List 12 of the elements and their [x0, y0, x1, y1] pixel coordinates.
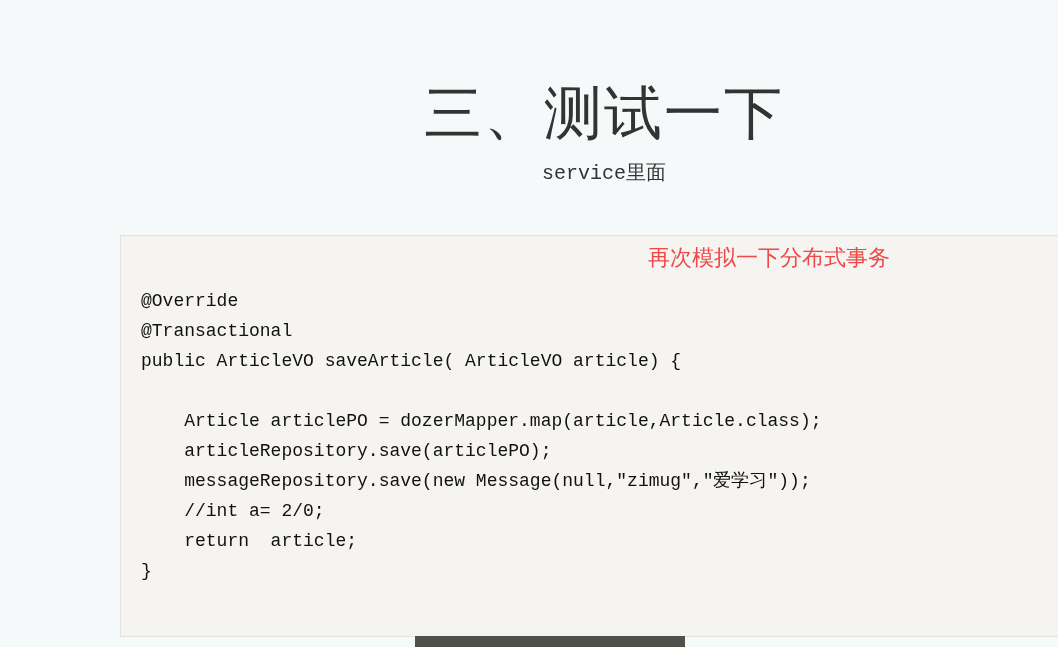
- code-line: @Transactional: [141, 320, 293, 343]
- code-line: Article articlePO = dozerMapper.map(article,Article.class);: [183, 410, 822, 433]
- code-line: return article;: [183, 530, 358, 553]
- code-line: messageRepository.save(new Message(null,"zimug","爱学习"));: [183, 470, 811, 493]
- code-line: }: [141, 560, 152, 583]
- code-line: @Override: [141, 290, 239, 313]
- code-line: public ArticleVO saveArticle( ArticleVO article) {: [141, 350, 682, 373]
- code-line: //int a= 2/0;: [183, 500, 325, 523]
- slide-title: 三、测试一下: [424, 80, 784, 148]
- annotation-text: 再次模拟一下分布式事务: [648, 244, 890, 272]
- slide-subtitle: service里面: [542, 161, 666, 187]
- code-line: articleRepository.save(articlePO);: [183, 440, 552, 463]
